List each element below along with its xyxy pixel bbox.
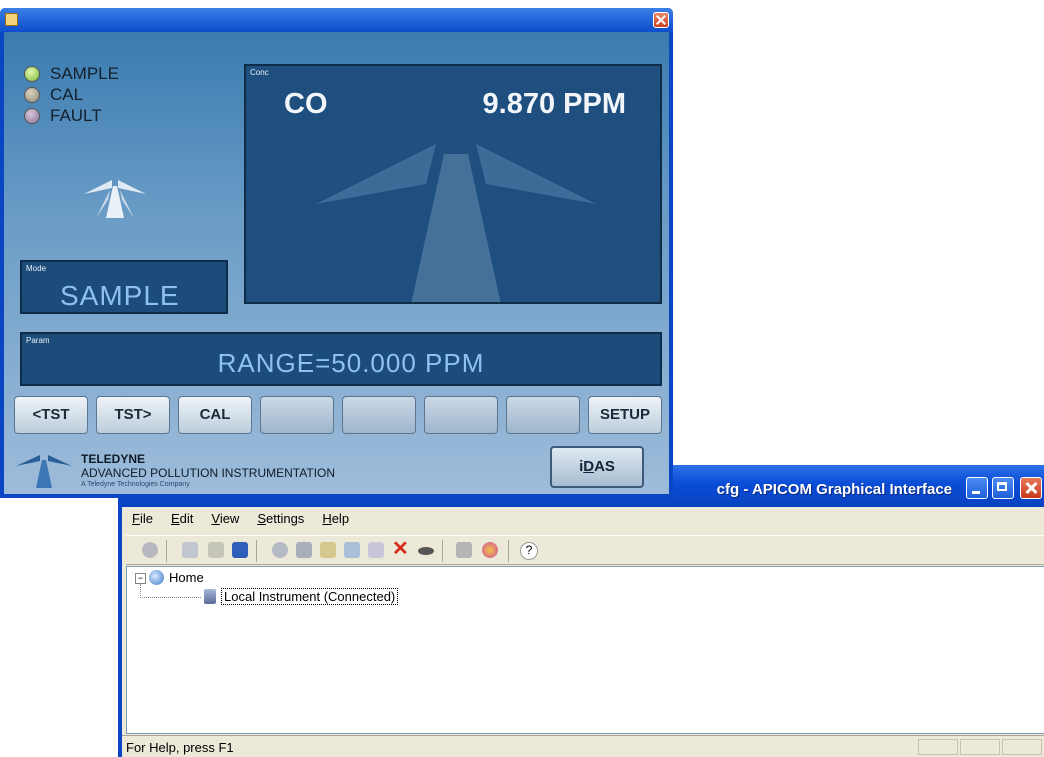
status-pane [960,739,1000,755]
help-icon[interactable]: ? [520,542,538,560]
minimize-icon[interactable] [966,477,988,499]
gas-name: CO [284,88,328,120]
status-pane [1002,739,1042,755]
status-pane [918,739,958,755]
tst-prev-button[interactable]: <TST [14,396,88,434]
home-icon [149,570,164,585]
cal-led-icon [24,87,40,103]
maximize-icon[interactable] [992,477,1014,499]
delete-icon[interactable]: ✕ [392,539,410,559]
fault-led-icon [24,108,40,124]
wrench-icon[interactable] [456,542,472,558]
menu-edit[interactable]: Edit [161,507,201,526]
checklist-icon[interactable] [368,542,384,558]
indicator-label: CAL [50,85,84,104]
toolbar: ✕ ? [126,535,1044,565]
menu-help[interactable]: Help [312,507,357,526]
open-icon[interactable] [208,542,224,558]
watermark-logo-icon [316,144,596,302]
idas-underlined: D [583,458,595,475]
cal-button[interactable]: CAL [178,396,252,434]
instrument-titlebar[interactable] [0,8,673,32]
instrument-icon[interactable] [272,542,288,558]
cable-icon[interactable] [418,547,434,555]
apicom-window: cfg - APICOM Graphical Interface File Edi… [118,465,1044,757]
idas-suffix: AS [594,458,615,475]
param-value: RANGE=50.000 PPM [217,348,485,378]
tree-connector [140,584,201,598]
param-display: Param RANGE=50.000 PPM [20,332,662,386]
conc-label: Conc [250,68,269,77]
status-bar: For Help, press F1 [122,735,1044,757]
instrument-window: SAMPLE CAL FAULT Mode SAMPLE Conc CO 9.8… [0,8,673,498]
instrument-tree: − Home Local Instrument (Connected) [126,566,1044,734]
teledyne-logo-icon [16,455,72,488]
close-icon[interactable] [1020,477,1042,499]
idas-button[interactable]: iDAS [550,446,644,488]
setup-button[interactable]: SETUP [588,396,662,434]
param-label: Param [26,336,50,345]
blank-key-4[interactable] [260,396,334,434]
menu-bar: File Edit View Settings Help [122,507,1044,529]
concentration-display: Conc CO 9.870 PPM [244,64,662,304]
chart-icon[interactable] [320,542,336,558]
palette-icon[interactable] [482,542,498,558]
tst-next-button[interactable]: TST> [96,396,170,434]
copy-icon[interactable] [344,542,360,558]
new-icon[interactable] [182,542,198,558]
menu-view[interactable]: View [201,507,247,526]
function-keys: <TST TST> CAL SETUP [14,396,664,436]
app-icon [5,13,18,26]
front-panel: SAMPLE CAL FAULT Mode SAMPLE Conc CO 9.8… [4,32,669,494]
tree-item-local-instrument[interactable]: Local Instrument (Connected) [221,588,399,605]
teledyne-logo-icon [84,180,146,218]
menu-file[interactable]: File [122,507,161,526]
blank-key-6[interactable] [424,396,498,434]
brand-tagline: A Teledyne Technologies Company [81,481,190,488]
blank-key-7[interactable] [506,396,580,434]
save-icon[interactable] [232,542,248,558]
apicom-title: cfg - APICOM Graphical Interface [716,481,952,498]
brand-division: ADVANCED POLLUTION INSTRUMENTATION [81,466,336,480]
concentration-value: 9.870 PPM [482,88,626,120]
close-icon[interactable] [653,12,669,28]
brand-name: TELEDYNE [81,452,146,466]
sample-led-icon [24,66,40,82]
instrument-icon [204,589,216,604]
mode-value: SAMPLE [60,280,180,311]
blank-key-5[interactable] [342,396,416,434]
status-text: For Help, press F1 [126,740,234,755]
indicator-label: FAULT [50,106,102,125]
database-icon[interactable] [296,542,312,558]
collapse-icon[interactable]: − [135,573,146,584]
mode-label: Mode [26,264,47,273]
connect-icon[interactable] [142,542,158,558]
menu-settings[interactable]: Settings [247,507,312,526]
mode-display: Mode SAMPLE [20,260,228,314]
indicator-label: SAMPLE [50,64,119,83]
tree-item-home[interactable]: Home [169,570,204,585]
